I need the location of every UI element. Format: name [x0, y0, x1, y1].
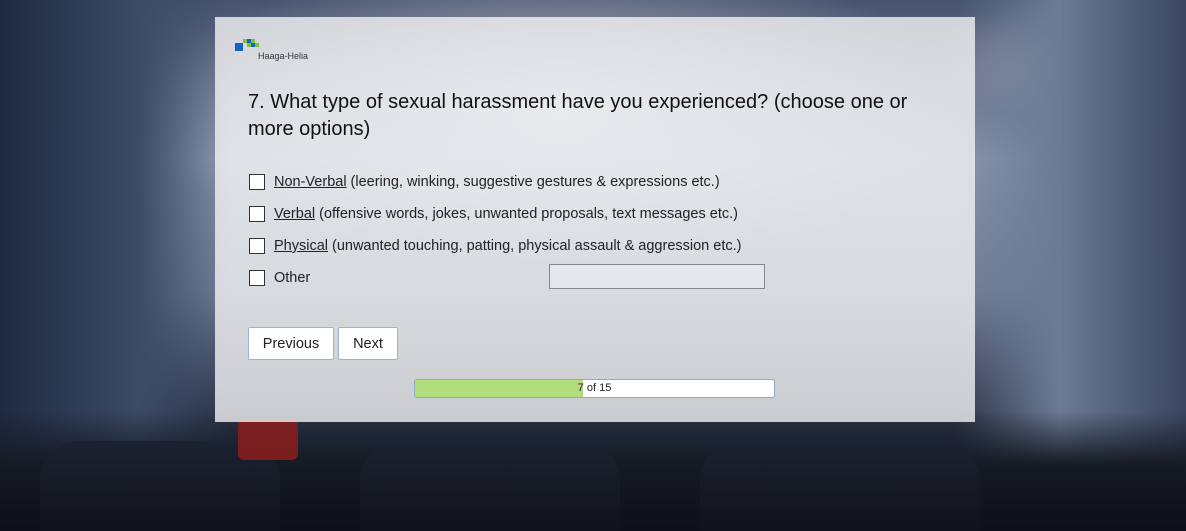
- background-seat: [360, 441, 620, 531]
- option-verbal[interactable]: Verbal (offensive words, jokes, unwanted…: [249, 203, 949, 225]
- checkbox-icon[interactable]: [249, 206, 265, 222]
- other-text-input[interactable]: [549, 264, 765, 289]
- option-description: (offensive words, jokes, unwanted propos…: [319, 206, 738, 222]
- next-button[interactable]: Next: [338, 327, 398, 360]
- background-seat: [700, 441, 980, 531]
- checkbox-icon[interactable]: [249, 270, 265, 286]
- option-description: (unwanted touching, patting, physical as…: [332, 238, 742, 254]
- previous-button[interactable]: Previous: [248, 327, 334, 360]
- progress-label: 7 of 15: [577, 382, 612, 394]
- brand-name: Haaga-Helia: [258, 51, 309, 61]
- survey-card: Haaga-Helia 7. What type of sexual haras…: [215, 17, 975, 422]
- checkbox-icon[interactable]: [249, 174, 265, 190]
- option-non-verbal[interactable]: Non-Verbal (leering, winking, suggestive…: [249, 171, 949, 193]
- option-description: (leering, winking, suggestive gestures &…: [350, 174, 720, 190]
- option-label: Other: [274, 270, 311, 286]
- progress-bar: 7 of 15: [414, 379, 775, 398]
- background-passenger-collar: [238, 420, 298, 460]
- checkbox-icon[interactable]: [249, 238, 265, 254]
- option-term[interactable]: Physical: [274, 238, 328, 254]
- brand-logo: Haaga-Helia: [235, 37, 325, 61]
- option-term[interactable]: Non-Verbal: [274, 174, 347, 190]
- survey-page: Haaga-Helia 7. What type of sexual haras…: [0, 0, 1186, 531]
- background-seats: [0, 411, 1186, 531]
- question-title: 7. What type of sexual harassment have y…: [248, 91, 908, 140]
- option-physical[interactable]: Physical (unwanted touching, patting, ph…: [249, 235, 949, 257]
- option-term[interactable]: Verbal: [274, 206, 315, 222]
